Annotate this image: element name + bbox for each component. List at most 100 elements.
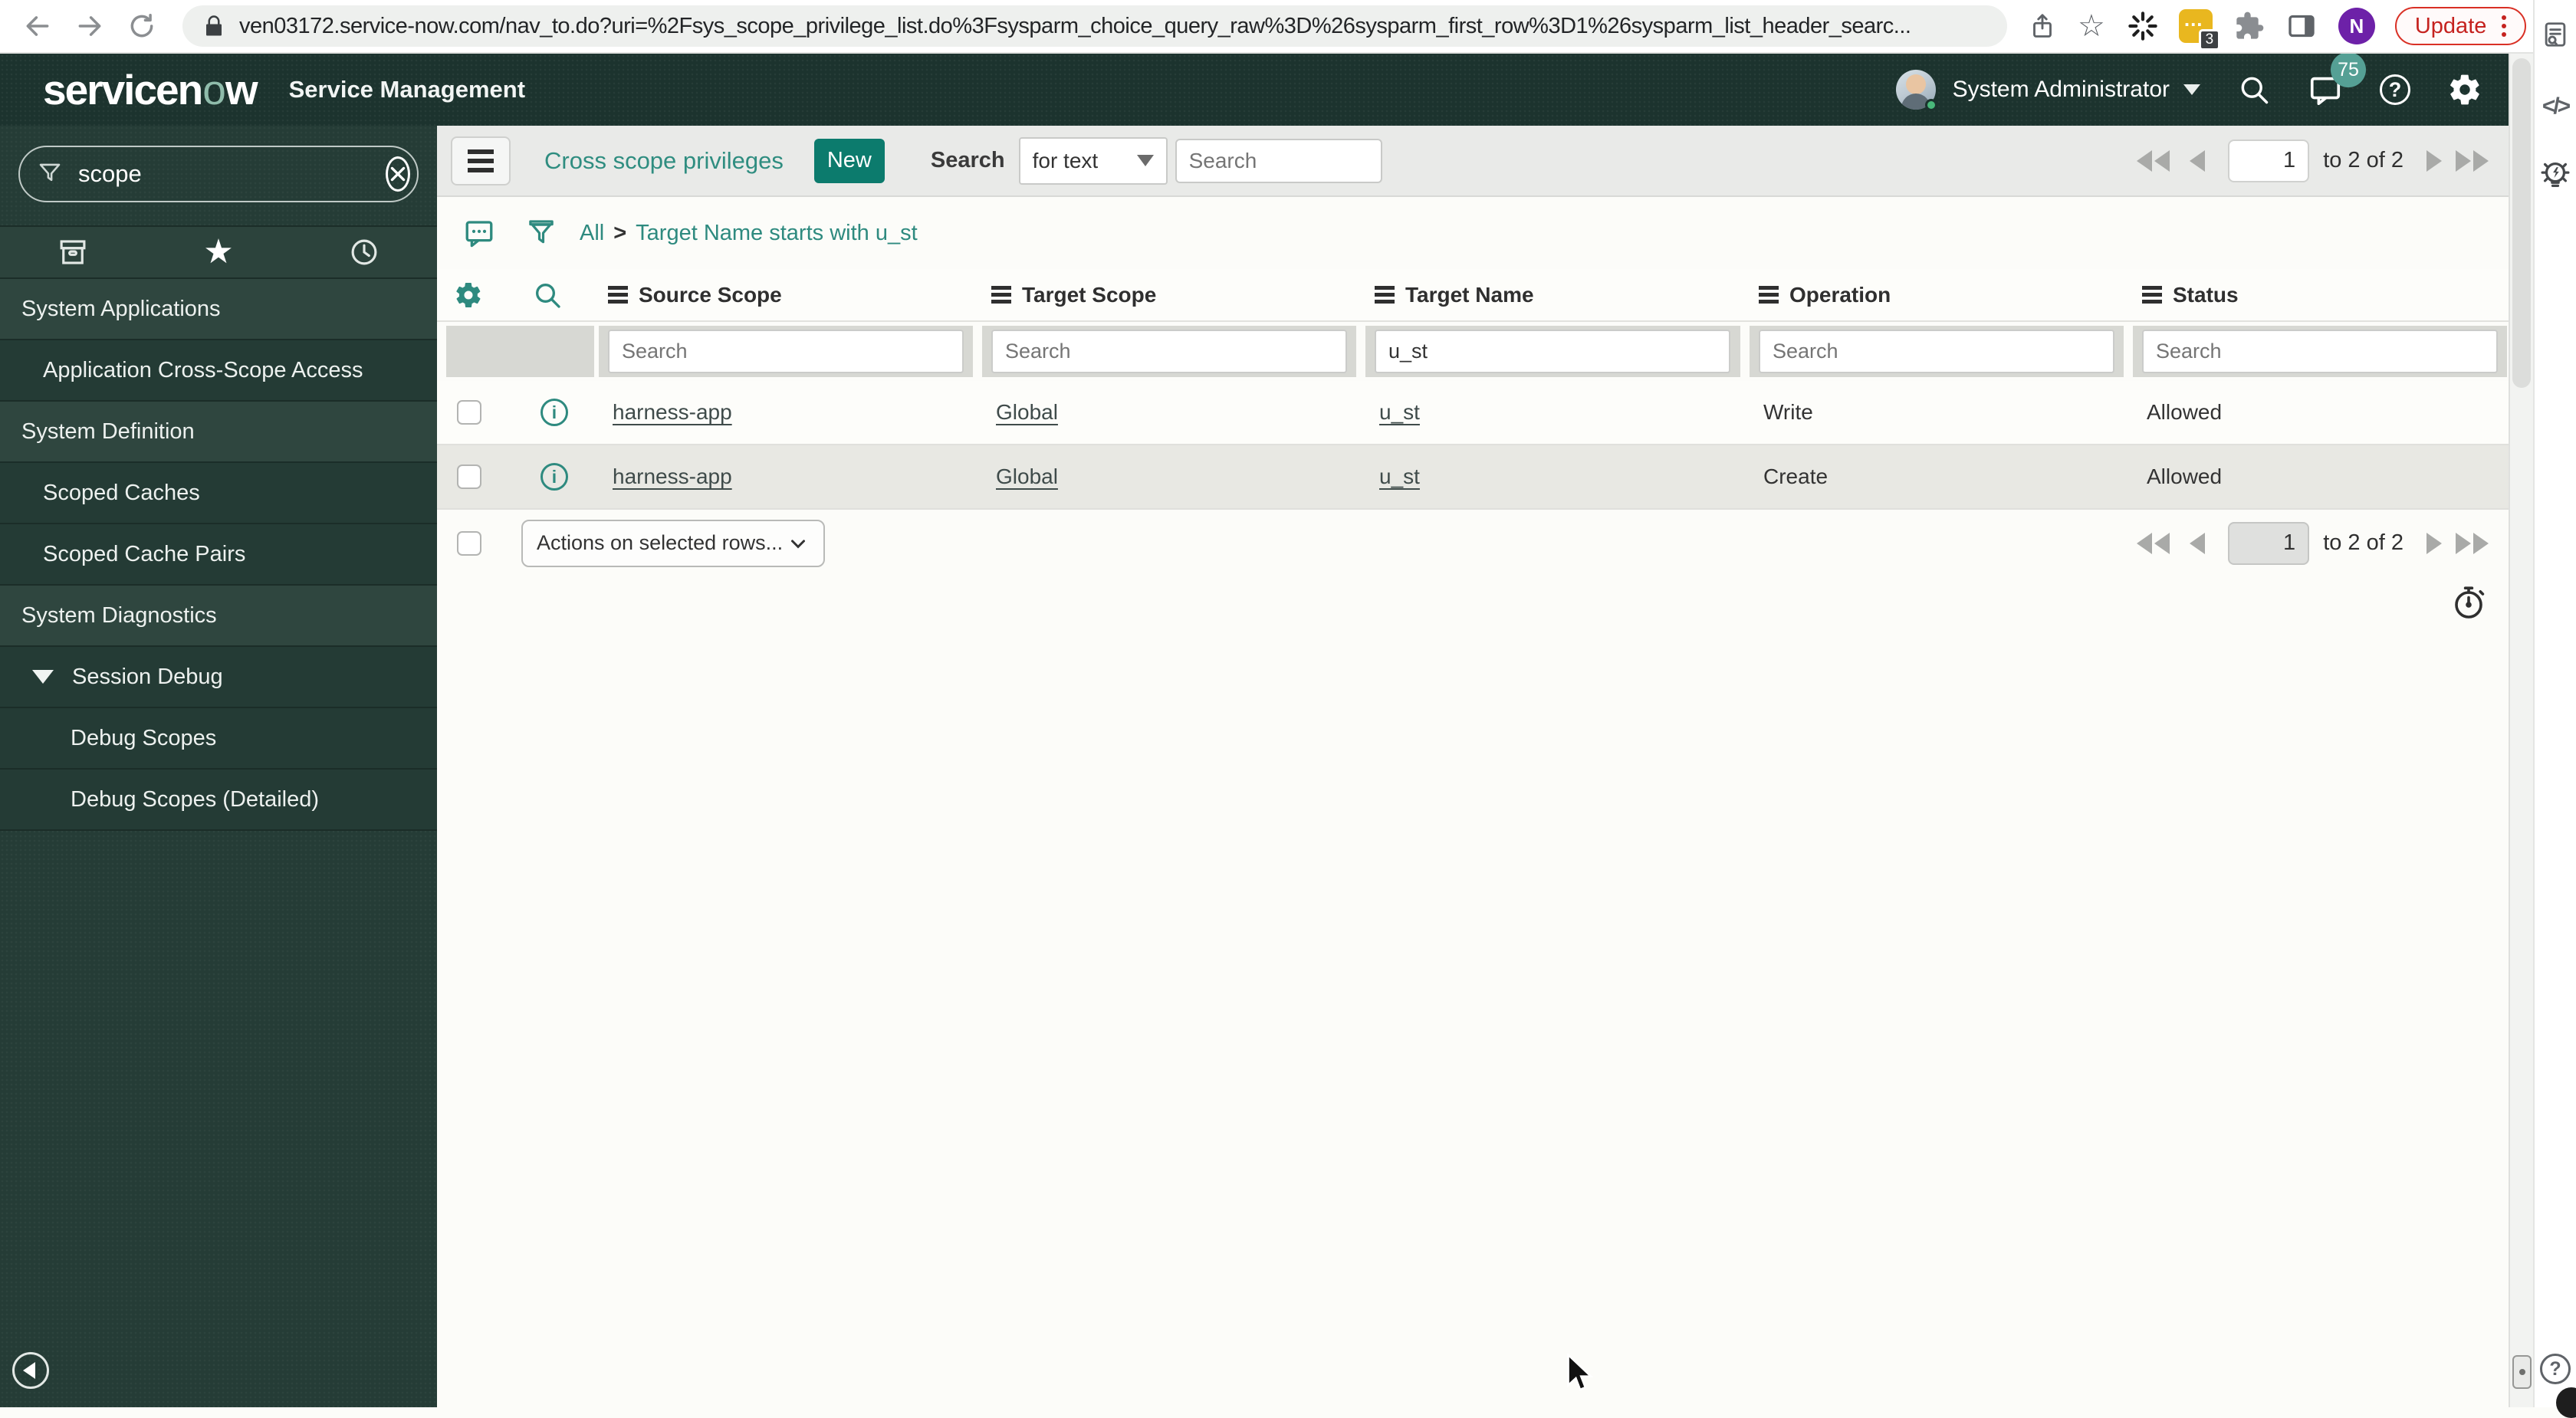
history-tab-clock-icon[interactable]	[291, 236, 437, 268]
code-icon[interactable]: </>	[2542, 94, 2571, 120]
column-menu-icon[interactable]	[1759, 293, 1779, 297]
page-number-input[interactable]	[2228, 139, 2310, 182]
next-page-icon[interactable]	[2426, 149, 2442, 172]
record-info-icon[interactable]: i	[540, 463, 568, 491]
navigator-filter-input[interactable]	[77, 159, 386, 189]
all-applications-tab[interactable]	[0, 236, 146, 268]
filter-source-scope-input[interactable]	[608, 330, 964, 373]
scrollbar-thumb[interactable]	[2512, 58, 2531, 388]
scrollbar-handle[interactable]	[2512, 1355, 2532, 1389]
new-record-button[interactable]: New	[813, 138, 885, 183]
user-menu-label[interactable]: System Administrator	[1953, 77, 2170, 103]
cell-target-scope[interactable]: Global	[996, 445, 1058, 508]
settings-gear-icon[interactable]	[2447, 72, 2482, 107]
select-all-checkbox[interactable]	[457, 530, 481, 556]
column-header-source-scope[interactable]: Source Scope	[608, 269, 782, 320]
global-search-icon[interactable]	[2237, 73, 2271, 107]
previous-page-icon[interactable]	[2190, 149, 2206, 172]
forward-icon[interactable]	[75, 11, 104, 41]
servicenow-logo: servicen o w	[43, 65, 258, 114]
notification-badge: 75	[2331, 52, 2366, 87]
browser-profile-avatar[interactable]: N	[2338, 8, 2375, 44]
column-header-target-name[interactable]: Target Name	[1375, 269, 1534, 320]
sidebar-item-system-diagnostics[interactable]: System Diagnostics	[0, 586, 437, 647]
page-number-input[interactable]	[2228, 521, 2310, 565]
user-menu-caret-icon[interactable]	[2183, 84, 2200, 95]
row-checkbox[interactable]	[457, 464, 481, 489]
list-personalize-gear-icon[interactable]	[454, 281, 483, 310]
column-header-status[interactable]: Status	[2142, 269, 2239, 320]
extensions-puzzle-icon[interactable]	[2234, 11, 2265, 41]
update-button[interactable]: Update	[2394, 7, 2527, 45]
list-context-menu-button[interactable]	[451, 136, 511, 185]
navigator-search-box[interactable]	[18, 146, 419, 202]
product-title: Service Management	[288, 76, 526, 103]
row-checkbox[interactable]	[457, 400, 481, 425]
column-header-operation[interactable]: Operation	[1759, 269, 1891, 320]
filter-operation-input[interactable]	[1759, 330, 2114, 373]
refresh-icon[interactable]	[127, 11, 156, 41]
breadcrumb-condition-link[interactable]: Target Name starts with u_st	[636, 221, 917, 246]
app-navigator: ★ System Applications Application Cross-…	[0, 126, 437, 1407]
list-title-link[interactable]: Cross scope privileges	[544, 147, 784, 175]
column-header-target-scope[interactable]: Target Scope	[991, 269, 1156, 320]
cell-source-scope[interactable]: harness-app	[613, 381, 732, 444]
sidebar-item-system-definition[interactable]: System Definition	[0, 402, 437, 463]
clear-filter-icon[interactable]	[386, 156, 410, 192]
cell-target-scope[interactable]: Global	[996, 381, 1058, 444]
favorites-tab-star-icon[interactable]: ★	[146, 235, 291, 269]
main-scrollbar[interactable]	[2509, 54, 2533, 1407]
last-page-icon[interactable]	[2456, 532, 2489, 554]
share-icon[interactable]	[2029, 12, 2056, 40]
actions-select[interactable]: Actions on selected rows...	[521, 519, 825, 567]
cell-source-scope[interactable]: harness-app	[613, 445, 732, 508]
side-panel-icon[interactable]	[2286, 11, 2317, 41]
spinner-extension-icon[interactable]	[2127, 10, 2159, 42]
column-menu-icon[interactable]	[1375, 293, 1395, 297]
collapse-navigator-button[interactable]	[12, 1352, 49, 1389]
help-icon[interactable]: ?	[2380, 74, 2410, 105]
sidebar-item-scoped-caches[interactable]: Scoped Caches	[0, 463, 437, 524]
column-menu-icon[interactable]	[991, 293, 1011, 297]
previous-page-icon[interactable]	[2190, 532, 2206, 554]
user-avatar[interactable]	[1895, 70, 1937, 111]
expanded-caret-icon[interactable]	[32, 670, 54, 684]
lightbulb-idea-icon[interactable]	[2538, 158, 2573, 193]
filter-status-input[interactable]	[2142, 330, 2498, 373]
column-menu-icon[interactable]	[608, 293, 628, 297]
cell-target-name[interactable]: u_st	[1379, 445, 1420, 508]
first-page-icon[interactable]	[2137, 149, 2170, 172]
column-menu-icon[interactable]	[2142, 293, 2162, 297]
next-page-icon[interactable]	[2426, 532, 2442, 554]
yellow-extension-icon[interactable]: ... 3	[2178, 8, 2220, 51]
conversations-icon[interactable]: 75	[2308, 52, 2366, 107]
address-bar[interactable]: ven03172.service-now.com/nav_to.do?uri=%…	[182, 5, 2007, 47]
extension-dots: ...	[2183, 8, 2203, 31]
help-circle-icon[interactable]: ?	[2540, 1354, 2571, 1384]
first-page-icon[interactable]	[2137, 532, 2170, 554]
last-page-icon[interactable]	[2456, 149, 2489, 172]
sidebar-item-debug-scopes[interactable]: Debug Scopes	[0, 708, 437, 770]
breadcrumb-all-link[interactable]: All	[580, 221, 604, 246]
bookmark-star-icon[interactable]: ☆	[2078, 11, 2105, 41]
column-label: Operation	[1789, 282, 1891, 307]
sidebar-item-scoped-cache-pairs[interactable]: Scoped Cache Pairs	[0, 524, 437, 586]
sidebar-item-debug-scopes-detailed[interactable]: Debug Scopes (Detailed)	[0, 770, 437, 831]
response-time-stopwatch-icon[interactable]	[2450, 584, 2487, 621]
sidebar-item-application-cross-scope-access[interactable]: Application Cross-Scope Access	[0, 340, 437, 402]
list-comments-icon[interactable]	[463, 217, 495, 249]
filter-target-scope-input[interactable]	[991, 330, 1347, 373]
record-info-icon[interactable]: i	[540, 399, 568, 426]
cell-target-name[interactable]: u_st	[1379, 381, 1420, 444]
list-search-input[interactable]	[1175, 138, 1382, 183]
table-row: i harness-app Global u_st Write Allowed	[437, 381, 2509, 445]
sidebar-item-session-debug[interactable]: Session Debug	[0, 647, 437, 708]
search-type-select[interactable]: for text	[1018, 136, 1168, 185]
breadcrumb-filter-icon[interactable]	[526, 218, 557, 248]
back-icon[interactable]	[23, 11, 52, 41]
hamburger-icon	[468, 158, 494, 163]
column-search-toggle-icon[interactable]	[532, 280, 563, 310]
sidebar-item-system-applications[interactable]: System Applications	[0, 279, 437, 340]
filter-target-name-input[interactable]	[1375, 330, 1730, 373]
reading-list-icon[interactable]	[2541, 20, 2570, 49]
